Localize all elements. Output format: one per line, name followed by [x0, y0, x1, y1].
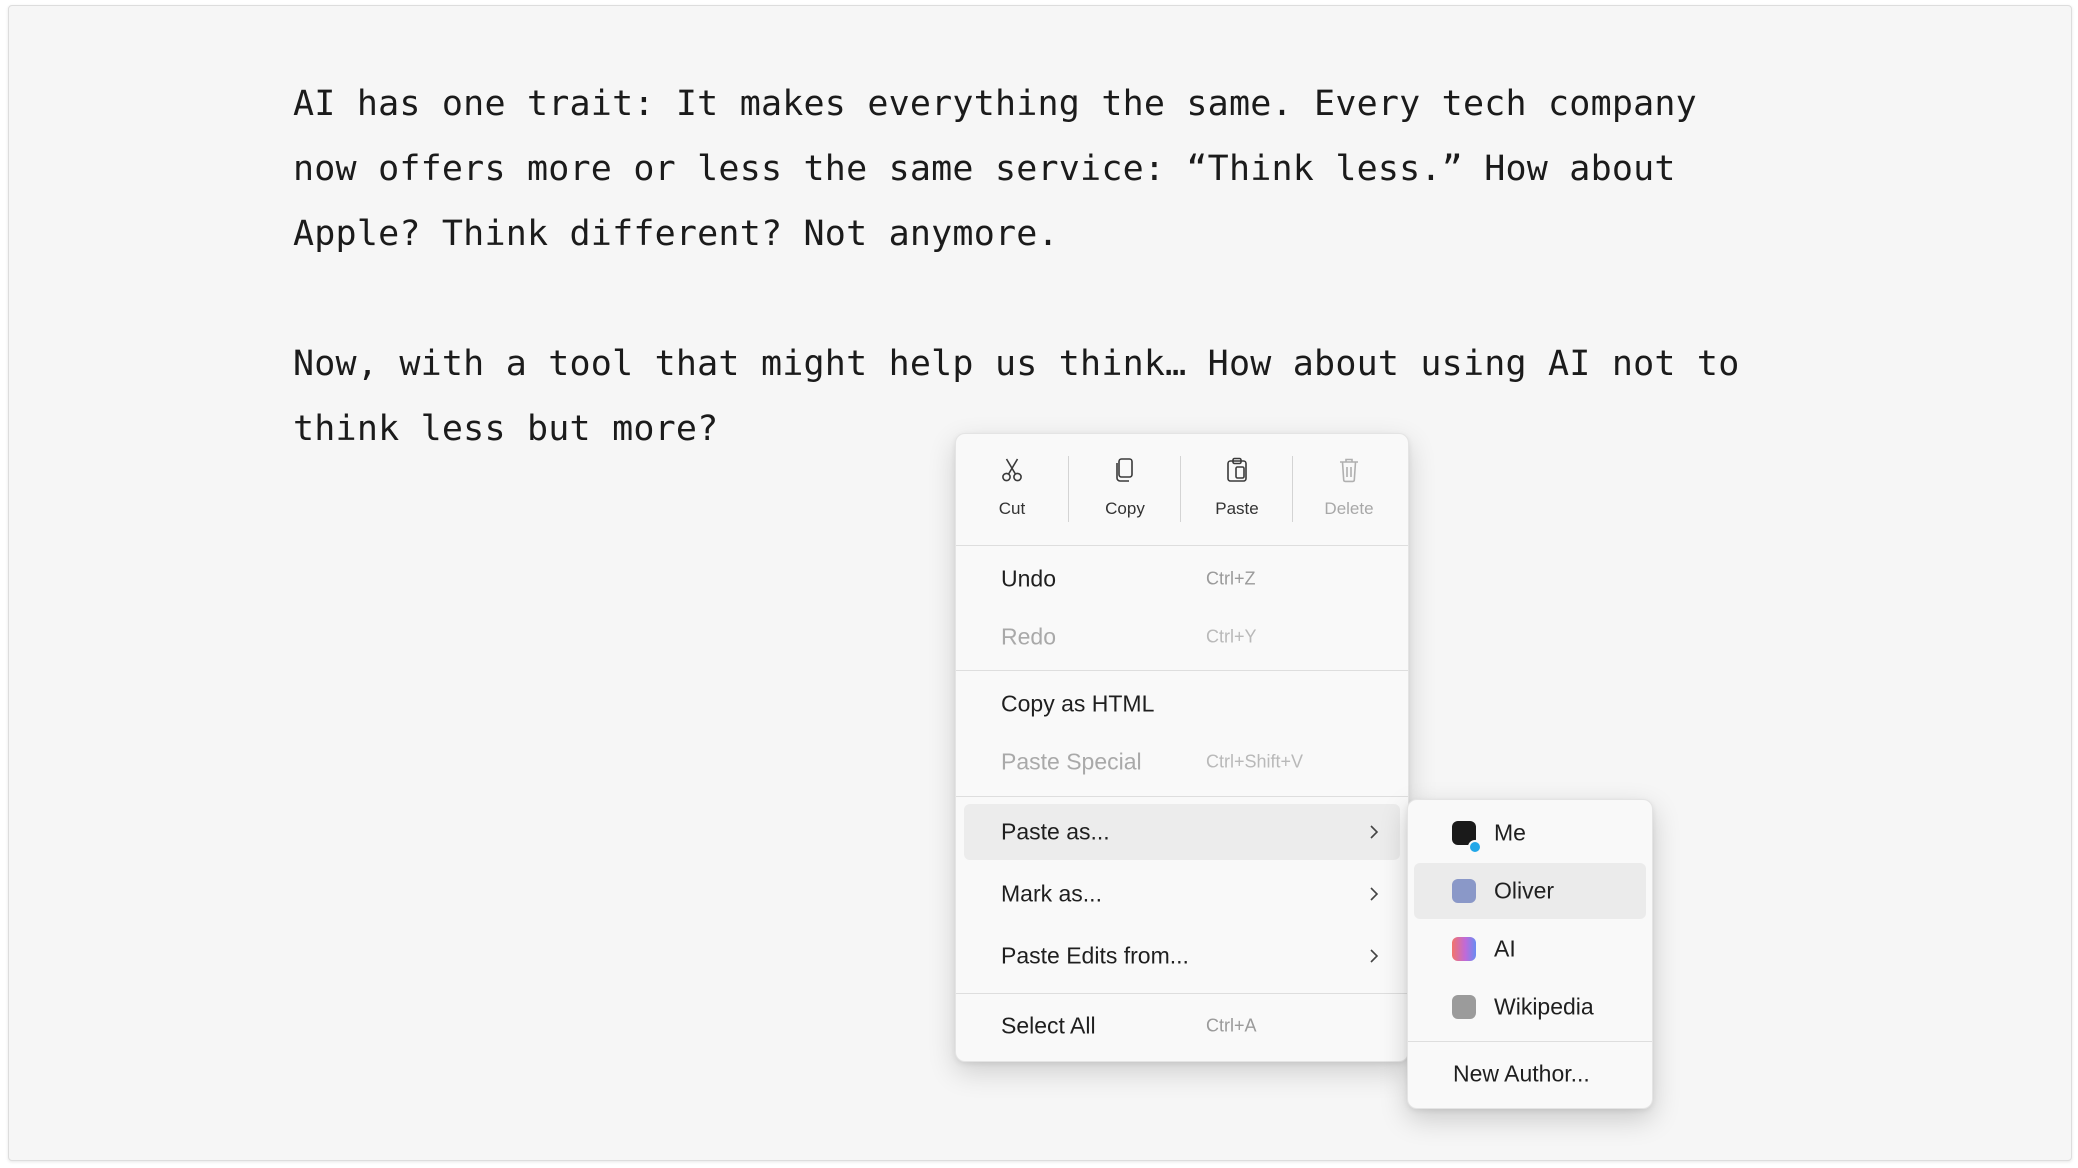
- mark-as-item[interactable]: Mark as...: [964, 866, 1400, 922]
- paste-special-item[interactable]: Paste Special Ctrl+Shift+V: [964, 734, 1400, 790]
- new-author-item[interactable]: New Author...: [1414, 1046, 1646, 1102]
- author-item-me[interactable]: Me: [1414, 805, 1646, 861]
- context-menu: Cut Copy Paste Delete Undo Ctrl+Z Redo C…: [955, 433, 1409, 1062]
- redo-label: Redo: [1001, 623, 1056, 650]
- editor-window: AI has one trait: It makes everything th…: [8, 5, 2072, 1161]
- author-color-swatch: [1452, 879, 1476, 903]
- paste-special-label: Paste Special: [1001, 748, 1142, 775]
- author-item-wikipedia[interactable]: Wikipedia: [1414, 979, 1646, 1035]
- paste-as-label: Paste as...: [1001, 818, 1110, 845]
- clipboard-icon: [1227, 457, 1247, 482]
- author-label: Oliver: [1494, 877, 1555, 904]
- author-label: Wikipedia: [1494, 993, 1594, 1020]
- author-item-oliver[interactable]: Oliver: [1414, 863, 1646, 919]
- cut-button[interactable]: Cut: [956, 434, 1068, 545]
- paste-edits-from-label: Paste Edits from...: [1001, 942, 1189, 969]
- chevron-right-icon: [1370, 825, 1379, 839]
- select-all-item[interactable]: Select All Ctrl+A: [964, 998, 1400, 1054]
- select-all-shortcut: Ctrl+A: [1206, 1015, 1257, 1036]
- cut-label: Cut: [998, 499, 1026, 518]
- copy-as-html-item[interactable]: Copy as HTML: [964, 676, 1400, 732]
- submenu-divider: [1408, 1041, 1652, 1042]
- paragraph-1[interactable]: AI has one trait: It makes everything th…: [293, 72, 1753, 267]
- redo-item[interactable]: Redo Ctrl+Y: [964, 609, 1400, 665]
- new-author-label: New Author...: [1453, 1060, 1590, 1087]
- menu-divider: [956, 796, 1408, 797]
- author-label: Me: [1494, 819, 1526, 846]
- context-menu-toolbar: Cut Copy Paste Delete: [956, 434, 1408, 546]
- scissors-icon: [1002, 458, 1022, 482]
- undo-shortcut: Ctrl+Z: [1206, 568, 1256, 589]
- copy-label: Copy: [1105, 499, 1145, 518]
- copy-button[interactable]: Copy: [1069, 434, 1181, 545]
- copy-as-html-label: Copy as HTML: [1001, 690, 1155, 717]
- delete-button[interactable]: Delete: [1293, 434, 1405, 545]
- redo-shortcut: Ctrl+Y: [1206, 626, 1257, 647]
- paste-special-shortcut: Ctrl+Shift+V: [1206, 751, 1304, 772]
- menu-divider: [956, 670, 1408, 671]
- author-color-swatch: [1452, 995, 1476, 1019]
- paste-as-submenu: Me Oliver AI Wikipedia New Author...: [1407, 799, 1653, 1109]
- undo-item[interactable]: Undo Ctrl+Z: [964, 551, 1400, 607]
- trash-icon: [1340, 458, 1358, 483]
- paste-label: Paste: [1215, 499, 1259, 518]
- chevron-right-icon: [1370, 949, 1379, 963]
- delete-label: Delete: [1324, 499, 1374, 518]
- paste-button[interactable]: Paste: [1181, 434, 1293, 545]
- copy-icon: [1116, 458, 1133, 482]
- chevron-right-icon: [1370, 887, 1379, 901]
- select-all-label: Select All: [1001, 1012, 1096, 1039]
- undo-label: Undo: [1001, 565, 1056, 592]
- mark-as-label: Mark as...: [1001, 880, 1102, 907]
- author-item-ai[interactable]: AI: [1414, 921, 1646, 977]
- paste-as-item[interactable]: Paste as...: [964, 804, 1400, 860]
- paste-edits-from-item[interactable]: Paste Edits from...: [964, 928, 1400, 984]
- author-label: AI: [1494, 935, 1516, 962]
- author-color-swatch: [1452, 937, 1476, 961]
- active-status-indicator: [1468, 840, 1482, 854]
- menu-divider: [956, 993, 1408, 994]
